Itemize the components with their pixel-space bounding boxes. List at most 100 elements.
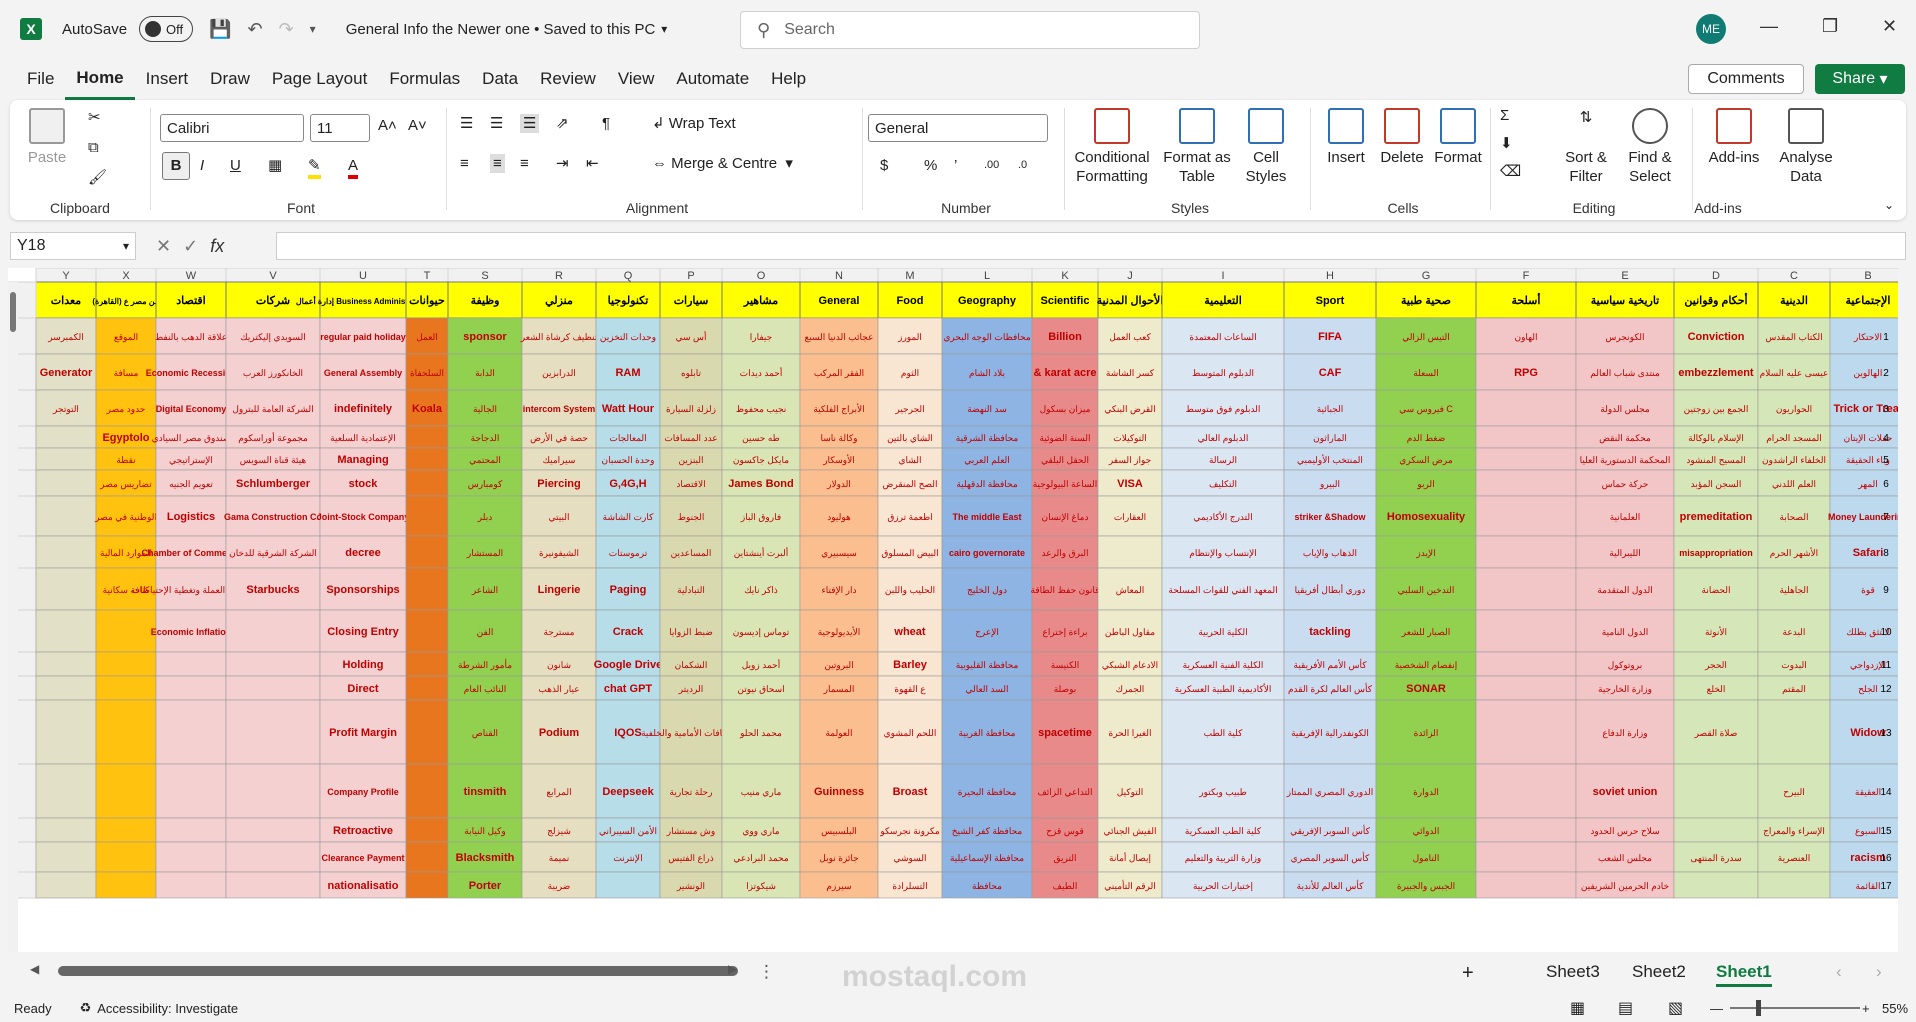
- tab-insert[interactable]: Insert: [135, 58, 200, 100]
- insert-function-icon[interactable]: fx: [210, 236, 224, 257]
- sort-filter-button[interactable]: ⇅ Sort & Filter: [1558, 108, 1614, 186]
- font-color-icon[interactable]: A: [348, 156, 359, 179]
- page-layout-icon[interactable]: ▤: [1618, 998, 1633, 1018]
- decrease-font-icon[interactable]: A˅: [408, 116, 427, 135]
- cut-icon[interactable]: ✂: [88, 108, 101, 127]
- tab-sheet1[interactable]: Sheet1: [1716, 962, 1772, 987]
- increase-indent-icon[interactable]: ⇥: [556, 154, 569, 173]
- minimize-icon[interactable]: —: [1760, 16, 1778, 37]
- comma-icon[interactable]: ’: [954, 156, 957, 175]
- enter-icon[interactable]: ✓: [183, 236, 198, 257]
- page-break-icon[interactable]: ▧: [1668, 998, 1683, 1018]
- horizontal-scrollbar[interactable]: [58, 966, 738, 976]
- search-box[interactable]: ⚲ Search: [740, 11, 1200, 49]
- align-left-icon[interactable]: ≡: [460, 154, 469, 173]
- delete-cells-button[interactable]: Delete: [1376, 108, 1428, 167]
- more-options-icon[interactable]: ⋮: [758, 962, 775, 982]
- zoom-slider[interactable]: [1730, 1007, 1860, 1009]
- find-select-button[interactable]: Find & Select: [1620, 108, 1680, 186]
- decrease-indent-icon[interactable]: ⇤: [586, 154, 599, 173]
- align-bottom-icon[interactable]: ☰: [520, 114, 540, 133]
- align-center-icon[interactable]: ≡: [490, 154, 505, 173]
- autosave-toggle[interactable]: Off: [139, 16, 194, 42]
- fill-icon[interactable]: ⬇: [1500, 134, 1513, 153]
- tab-sheet3[interactable]: Sheet3: [1546, 962, 1600, 982]
- increase-font-icon[interactable]: A˄: [378, 116, 397, 135]
- zoom-slider-thumb[interactable]: [1756, 1000, 1761, 1016]
- redo-icon[interactable]: ↷: [279, 19, 294, 40]
- chevron-down-icon[interactable]: ▾: [661, 22, 667, 36]
- next-sheet-icon[interactable]: ›: [1876, 962, 1882, 982]
- close-icon[interactable]: ✕: [1882, 16, 1897, 37]
- zoom-in-icon[interactable]: +: [1862, 1001, 1870, 1016]
- tab-page-layout[interactable]: Page Layout: [261, 58, 378, 100]
- align-right-icon[interactable]: ≡: [520, 154, 529, 173]
- borders-icon[interactable]: ▦: [268, 156, 282, 175]
- comments-button[interactable]: Comments: [1688, 64, 1804, 94]
- scroll-right-icon[interactable]: ▶: [728, 962, 737, 976]
- insert-cells-button[interactable]: Insert: [1320, 108, 1372, 167]
- accessibility-status[interactable]: Accessibility: Investigate: [97, 1001, 238, 1016]
- customize-qat-icon[interactable]: ▾: [310, 22, 316, 36]
- format-cells-button[interactable]: Format: [1432, 108, 1484, 167]
- zoom-out-icon[interactable]: —: [1710, 1001, 1723, 1016]
- scroll-left-icon[interactable]: ◀: [30, 962, 39, 976]
- analyse-data-button[interactable]: Analyse Data: [1774, 108, 1838, 186]
- format-as-table-button[interactable]: Format as Table: [1162, 108, 1232, 186]
- normal-view-icon[interactable]: ▦: [1570, 998, 1585, 1018]
- tab-formulas[interactable]: Formulas: [378, 58, 471, 100]
- cancel-icon[interactable]: ✕: [156, 236, 171, 257]
- formula-input[interactable]: [276, 232, 1906, 260]
- percent-icon[interactable]: %: [924, 156, 937, 175]
- wrap-text-button[interactable]: ↲ Wrap Text: [652, 114, 736, 133]
- copy-icon[interactable]: ⧉: [88, 138, 99, 157]
- autosum-icon[interactable]: Σ: [1500, 106, 1509, 125]
- cell-text: الكلية الحربية: [1198, 627, 1247, 638]
- share-button[interactable]: Share ▾: [1815, 64, 1905, 94]
- save-icon[interactable]: 💾: [209, 19, 231, 40]
- tab-data[interactable]: Data: [471, 58, 529, 100]
- paste-button[interactable]: Paste: [22, 108, 72, 167]
- tab-home[interactable]: Home: [65, 58, 135, 100]
- tab-automate[interactable]: Automate: [665, 58, 760, 100]
- font-size-select[interactable]: 11: [310, 114, 370, 142]
- text-direction-icon[interactable]: ¶: [602, 114, 610, 133]
- font-family-select[interactable]: Calibri: [160, 114, 304, 142]
- tab-help[interactable]: Help: [760, 58, 817, 100]
- merge-center-button[interactable]: ⇔ Merge & Centre ▾: [652, 154, 793, 173]
- tab-draw[interactable]: Draw: [199, 58, 261, 100]
- zoom-level[interactable]: 55%: [1882, 1001, 1908, 1016]
- tab-review[interactable]: Review: [529, 58, 607, 100]
- tab-sheet2[interactable]: Sheet2: [1632, 962, 1686, 982]
- sheet-canvas[interactable]: YXWVUTSRQPONMLKJIHGFEDCBAمعداتعن مصر ع (…: [8, 268, 1898, 952]
- tab-view[interactable]: View: [607, 58, 666, 100]
- underline-button[interactable]: U: [230, 156, 241, 175]
- fill-color-icon[interactable]: ✎: [308, 156, 321, 179]
- align-top-icon[interactable]: ☰: [460, 114, 473, 133]
- cell-styles-button[interactable]: Cell Styles: [1236, 108, 1296, 186]
- orientation-icon[interactable]: ⇗: [556, 114, 569, 133]
- document-title[interactable]: General Info the Newer one • Saved to th…: [346, 21, 656, 38]
- decrease-decimal-icon[interactable]: .0: [1018, 156, 1027, 175]
- collapse-ribbon-icon[interactable]: ⌄: [1884, 196, 1894, 215]
- format-painter-icon[interactable]: 🖌: [88, 168, 107, 187]
- prev-sheet-icon[interactable]: ‹: [1836, 962, 1842, 982]
- accessibility-icon[interactable]: ♻: [80, 1000, 92, 1016]
- bold-button[interactable]: B: [162, 152, 190, 180]
- addins-button[interactable]: Add-ins: [1704, 108, 1764, 167]
- name-box[interactable]: Y18 ▾: [10, 232, 136, 260]
- italic-button[interactable]: I: [200, 156, 204, 175]
- increase-decimal-icon[interactable]: .00: [984, 156, 999, 175]
- align-middle-icon[interactable]: ☰: [490, 114, 503, 133]
- currency-icon[interactable]: $: [880, 156, 888, 175]
- clear-icon[interactable]: ⌫: [1500, 162, 1521, 181]
- conditional-formatting-button[interactable]: Conditional Formatting: [1070, 108, 1154, 186]
- undo-icon[interactable]: ↶: [247, 19, 262, 40]
- user-avatar[interactable]: ME: [1696, 14, 1726, 44]
- number-format-select[interactable]: General: [868, 114, 1048, 142]
- worksheet-grid[interactable]: YXWVUTSRQPONMLKJIHGFEDCBAمعداتعن مصر ع (…: [8, 268, 1898, 952]
- add-sheet-icon[interactable]: +: [1462, 962, 1474, 985]
- tab-file[interactable]: File: [16, 58, 65, 100]
- restore-icon[interactable]: ❐: [1822, 16, 1838, 37]
- cell-text: Barley: [893, 659, 928, 671]
